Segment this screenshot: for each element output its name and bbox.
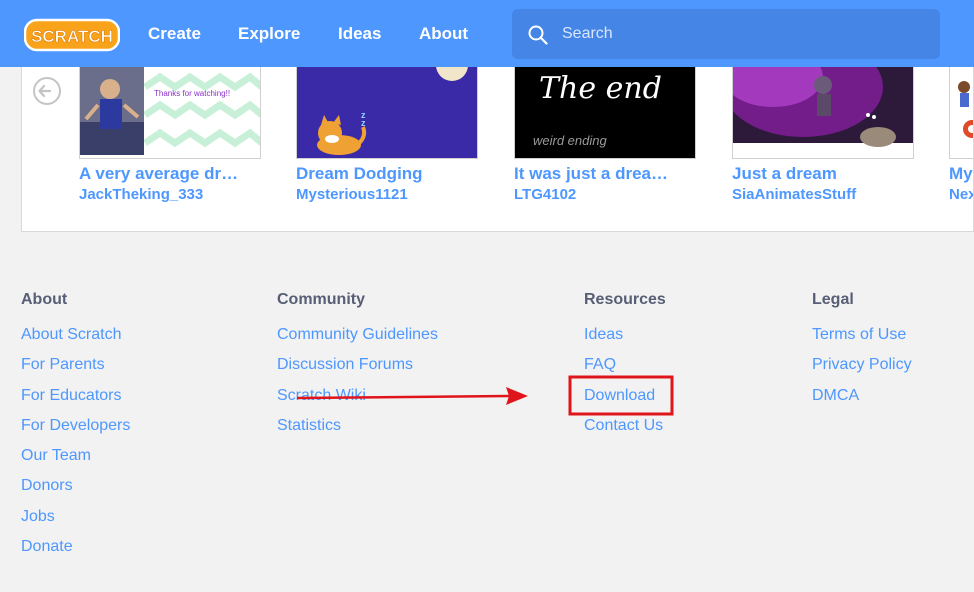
thumbnail-subcaption: weird ending — [533, 133, 607, 148]
footer-link-community-guidelines[interactable]: Community Guidelines — [277, 326, 438, 356]
footer-link-for-educators[interactable]: For Educators — [21, 387, 130, 417]
footer-link-discussion-forums[interactable]: Discussion Forums — [277, 356, 438, 386]
footer-link-for-developers[interactable]: For Developers — [21, 417, 130, 447]
footer-link-privacy-policy[interactable]: Privacy Policy — [812, 356, 912, 386]
project-thumbnail[interactable] — [732, 67, 914, 159]
search-input[interactable] — [562, 21, 922, 47]
footer-about-column: About About Scratch For Parents For Educ… — [21, 291, 130, 568]
nav-about[interactable]: About — [419, 24, 468, 44]
project-title[interactable]: A very average dr… — [79, 164, 261, 184]
footer-link-ideas[interactable]: Ideas — [584, 326, 666, 356]
nav-create[interactable]: Create — [148, 24, 201, 44]
footer-heading-legal: Legal — [812, 291, 854, 308]
project-author[interactable]: Nex — [949, 186, 973, 203]
footer-link-contact-us[interactable]: Contact Us — [584, 417, 666, 447]
arrow-head-icon — [506, 387, 528, 405]
project-author[interactable]: SiaAnimatesStuff — [732, 186, 914, 203]
project-carousel: Thanks for watching!! A very average dr…… — [21, 67, 974, 232]
footer-link-for-parents[interactable]: For Parents — [21, 356, 130, 386]
footer-link-our-team[interactable]: Our Team — [21, 447, 130, 477]
top-navbar: SCRATCH Create Explore Ideas About — [0, 0, 974, 67]
project-title[interactable]: Just a dream — [732, 164, 914, 184]
search-box[interactable] — [512, 9, 940, 59]
svg-text:SCRATCH: SCRATCH — [31, 27, 113, 46]
footer-link-download[interactable]: Download — [584, 387, 666, 417]
nav-ideas[interactable]: Ideas — [338, 24, 381, 44]
project-thumbnail[interactable] — [949, 67, 973, 159]
footer-link-terms-of-use[interactable]: Terms of Use — [812, 326, 912, 356]
search-icon — [528, 25, 548, 45]
footer-legal-column: Legal Terms of Use Privacy Policy DMCA — [812, 291, 912, 417]
footer-link-donors[interactable]: Donors — [21, 477, 130, 507]
footer-resources-column: Resources Ideas FAQ Download Contact Us — [584, 291, 666, 447]
footer-link-scratch-wiki[interactable]: Scratch Wiki — [277, 387, 438, 417]
scratch-logo[interactable]: SCRATCH — [24, 17, 120, 53]
project-thumbnail[interactable]: Thanks for watching!! — [79, 67, 261, 159]
project-title[interactable]: Dream Dodging — [296, 164, 478, 184]
project-thumbnail[interactable]: z z — [296, 67, 478, 159]
project-author[interactable]: LTG4102 — [514, 186, 696, 203]
project-title[interactable]: My — [949, 164, 973, 184]
footer-heading-community: Community — [277, 291, 365, 308]
footer-link-faq[interactable]: FAQ — [584, 356, 666, 386]
thumbnail-caption: z z — [361, 110, 366, 128]
project-thumbnail[interactable]: The end weird ending — [514, 67, 696, 159]
project-author[interactable]: Mysterious1121 — [296, 186, 478, 203]
project-author[interactable]: JackTheking_333 — [79, 186, 261, 203]
carousel-prev-arrow-icon[interactable] — [32, 76, 62, 106]
nav-explore[interactable]: Explore — [238, 24, 300, 44]
footer-link-about-scratch[interactable]: About Scratch — [21, 326, 130, 356]
footer-heading-resources: Resources — [584, 291, 666, 308]
footer-community-column: Community Community Guidelines Discussio… — [277, 291, 438, 447]
footer-link-dmca[interactable]: DMCA — [812, 387, 912, 417]
footer-link-jobs[interactable]: Jobs — [21, 508, 130, 538]
thumbnail-caption: Thanks for watching!! — [154, 89, 231, 98]
footer-link-donate[interactable]: Donate — [21, 538, 130, 568]
project-title[interactable]: It was just a drea… — [514, 164, 696, 184]
thumbnail-caption: The end — [539, 71, 662, 106]
footer-link-statistics[interactable]: Statistics — [277, 417, 438, 447]
footer-heading-about: About — [21, 291, 68, 308]
